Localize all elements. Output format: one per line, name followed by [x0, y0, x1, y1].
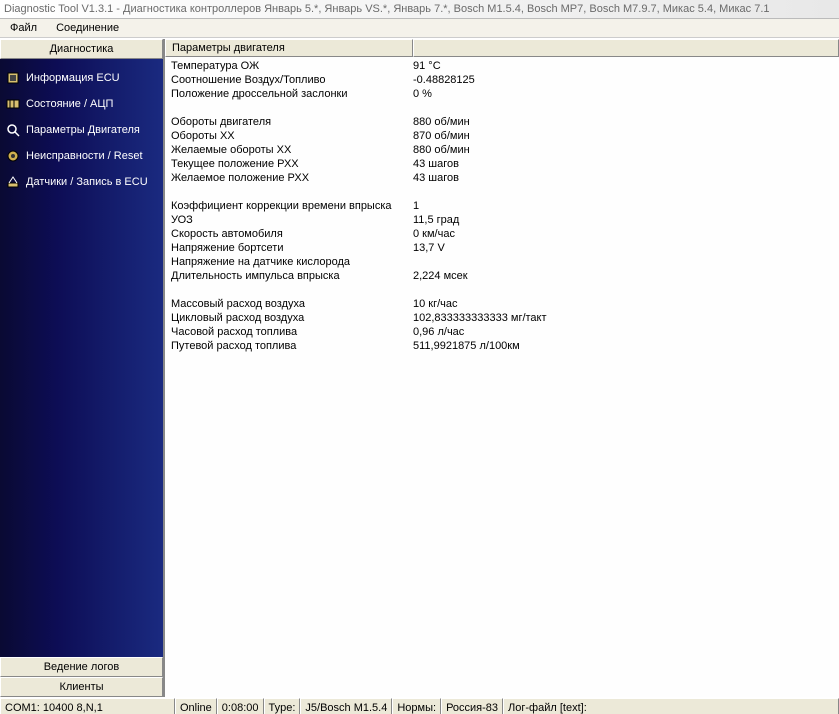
param-row: Обороты ХХ870 об/мин: [165, 129, 839, 143]
main-panel: Параметры двигателя Температура ОЖ91 °CС…: [165, 39, 839, 697]
param-name: Обороты ХХ: [165, 129, 413, 143]
param-name: Положение дроссельной заслонки: [165, 87, 413, 101]
sidebar-item-state-adc[interactable]: Состояние / АЦП: [0, 91, 163, 117]
param-name: Напряжение бортсети: [165, 241, 413, 255]
param-value: 511,9921875 л/100км: [413, 339, 839, 353]
param-row: Температура ОЖ91 °C: [165, 59, 839, 73]
param-value: -0.48828125: [413, 73, 839, 87]
search-icon: [6, 123, 20, 137]
menu-bar: Файл Соединение: [0, 19, 839, 38]
param-row: Желаемые обороты ХХ880 об/мин: [165, 143, 839, 157]
param-name: Температура ОЖ: [165, 59, 413, 73]
param-name: Путевой расход топлива: [165, 339, 413, 353]
param-row: Массовый расход воздуха10 кг/час: [165, 297, 839, 311]
param-row: Желаемое положение РХХ43 шагов: [165, 171, 839, 185]
param-row: Положение дроссельной заслонки0 %: [165, 87, 839, 101]
status-logfile: Лог-файл [text]:: [503, 698, 839, 714]
params-header-row: Параметры двигателя: [165, 39, 839, 57]
sidebar-item-sensors-write[interactable]: Датчики / Запись в ECU: [0, 169, 163, 195]
sidebar-logging-button[interactable]: Ведение логов: [0, 657, 163, 677]
param-row: Напряжение бортсети13,7 V: [165, 241, 839, 255]
param-row: Длительность импульса впрыска2,224 мсек: [165, 269, 839, 283]
param-row: Обороты двигателя880 об/мин: [165, 115, 839, 129]
param-value: 880 об/мин: [413, 143, 839, 157]
param-value: 2,224 мсек: [413, 269, 839, 283]
gauge-icon: [6, 97, 20, 111]
status-port: COM1: 10400 8,N,1: [0, 698, 175, 714]
param-value: 0 %: [413, 87, 839, 101]
gear-icon: [6, 149, 20, 163]
status-online: Online: [175, 698, 217, 714]
param-value: 870 об/мин: [413, 129, 839, 143]
write-icon: [6, 175, 20, 189]
sidebar-item-label: Информация ECU: [26, 72, 120, 84]
sidebar-item-label: Неисправности / Reset: [26, 150, 143, 162]
sidebar-item-label: Параметры Двигателя: [26, 124, 140, 136]
param-row: Скорость автомобиля0 км/час: [165, 227, 839, 241]
param-value: 11,5 град: [413, 213, 839, 227]
sidebar-item-ecu-info[interactable]: Информация ECU: [0, 65, 163, 91]
param-row: Цикловый расход воздуха102,833333333333 …: [165, 311, 839, 325]
param-value: 10 кг/час: [413, 297, 839, 311]
param-row: Напряжение на датчике кислорода: [165, 255, 839, 269]
param-name: Соотношение Воздух/Топливо: [165, 73, 413, 87]
sidebar-item-label: Состояние / АЦП: [26, 98, 113, 110]
sidebar: Диагностика Информация ECU Состояние / А…: [0, 39, 165, 697]
menu-file[interactable]: Файл: [2, 19, 45, 37]
param-value: [413, 255, 839, 269]
sidebar-clients-button[interactable]: Клиенты: [0, 677, 163, 697]
status-norms-value: Россия-83: [441, 698, 503, 714]
param-name: Часовой расход топлива: [165, 325, 413, 339]
param-row: Часовой расход топлива0,96 л/час: [165, 325, 839, 339]
param-name: Желаемые обороты ХХ: [165, 143, 413, 157]
param-name: Массовый расход воздуха: [165, 297, 413, 311]
param-name: Скорость автомобиля: [165, 227, 413, 241]
param-row: Соотношение Воздух/Топливо-0.48828125: [165, 73, 839, 87]
chip-icon: [6, 71, 20, 85]
status-bar: COM1: 10400 8,N,1 Online 0:08:00 Type: J…: [0, 697, 839, 714]
sidebar-item-engine-params[interactable]: Параметры Двигателя: [0, 117, 163, 143]
status-norms-label: Нормы:: [392, 698, 441, 714]
param-name: Желаемое положение РХХ: [165, 171, 413, 185]
param-name: Коэффициент коррекции времени впрыска: [165, 199, 413, 213]
param-value: 0 км/час: [413, 227, 839, 241]
param-value: 43 шагов: [413, 171, 839, 185]
param-name: Цикловый расход воздуха: [165, 311, 413, 325]
param-row: УОЗ11,5 град: [165, 213, 839, 227]
param-name: УОЗ: [165, 213, 413, 227]
sidebar-item-faults-reset[interactable]: Неисправности / Reset: [0, 143, 163, 169]
param-value: 1: [413, 199, 839, 213]
sidebar-nav: Информация ECU Состояние / АЦП Параметры…: [0, 59, 163, 657]
param-name: Обороты двигателя: [165, 115, 413, 129]
param-value: 91 °C: [413, 59, 839, 73]
param-value: 102,833333333333 мг/такт: [413, 311, 839, 325]
param-row: Текущее положение РХХ43 шагов: [165, 157, 839, 171]
param-row: Путевой расход топлива511,9921875 л/100к…: [165, 339, 839, 353]
param-value: 13,7 V: [413, 241, 839, 255]
params-list: Температура ОЖ91 °CСоотношение Воздух/То…: [165, 57, 839, 697]
window-title: Diagnostic Tool V1.3.1 - Диагностика кон…: [0, 0, 839, 19]
param-name: Напряжение на датчике кислорода: [165, 255, 413, 269]
sidebar-item-label: Датчики / Запись в ECU: [26, 176, 148, 188]
param-value: 0,96 л/час: [413, 325, 839, 339]
sidebar-header-diagnostics[interactable]: Диагностика: [0, 39, 163, 59]
status-type-label: Type:: [264, 698, 301, 714]
status-type-value: J5/Bosch M1.5.4: [300, 698, 392, 714]
param-value: 43 шагов: [413, 157, 839, 171]
status-time: 0:08:00: [217, 698, 264, 714]
param-name: Длительность импульса впрыска: [165, 269, 413, 283]
menu-connection[interactable]: Соединение: [48, 19, 127, 37]
param-name: Текущее положение РХХ: [165, 157, 413, 171]
column-header-value[interactable]: [413, 39, 839, 57]
column-header-parameter[interactable]: Параметры двигателя: [165, 39, 413, 57]
param-value: 880 об/мин: [413, 115, 839, 129]
param-row: Коэффициент коррекции времени впрыска1: [165, 199, 839, 213]
